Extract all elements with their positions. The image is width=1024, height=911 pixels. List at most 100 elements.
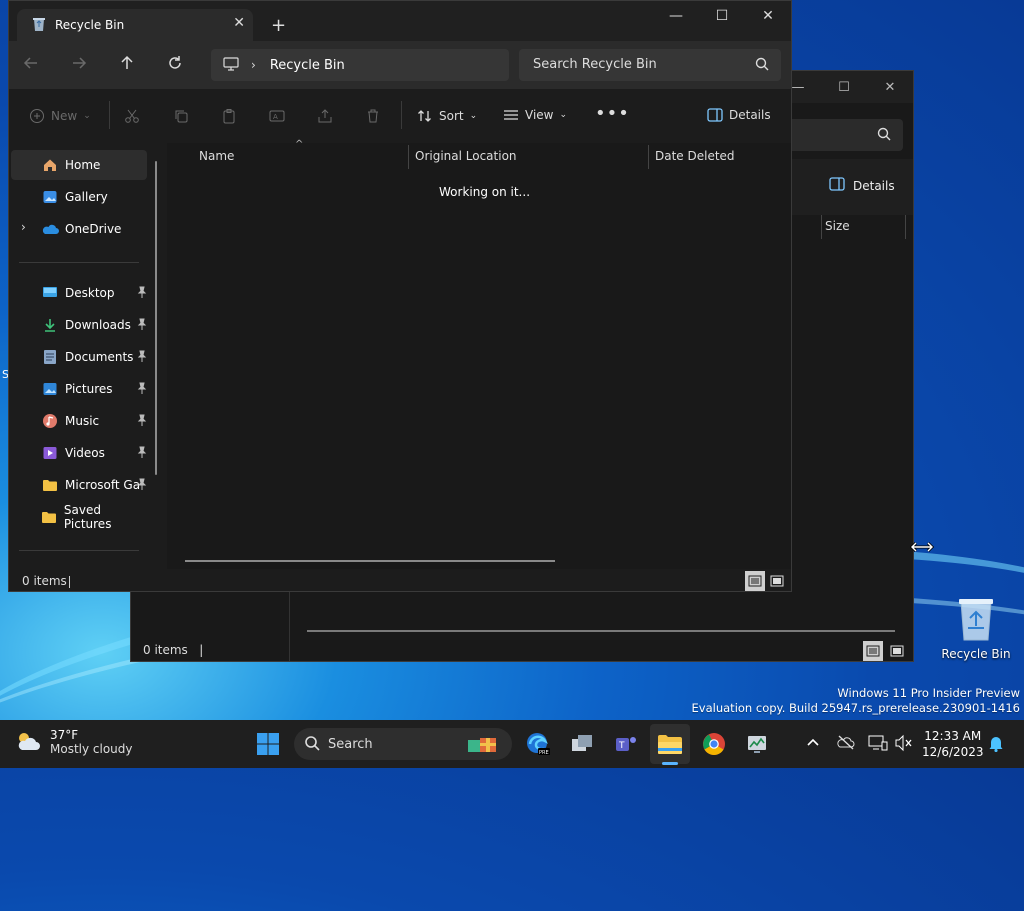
folder-icon: [41, 508, 58, 526]
navigation-scrollbar[interactable]: [155, 161, 157, 475]
copy-button[interactable]: [173, 108, 189, 124]
breadcrumb-recycle-bin[interactable]: Recycle Bin: [270, 58, 345, 73]
active-app-indicator: [662, 762, 678, 765]
column-header-size[interactable]: Size: [825, 219, 850, 233]
pin-icon[interactable]: [137, 478, 147, 493]
pin-icon[interactable]: [137, 382, 147, 397]
toolbar-separator: [401, 101, 402, 129]
system-monitor-icon[interactable]: [742, 728, 774, 760]
document-icon: [41, 348, 59, 366]
os-watermark: Windows 11 Pro Insider Preview Evaluatio…: [691, 686, 1020, 715]
search-input[interactable]: Search Recycle Bin: [519, 49, 781, 81]
sidebar-item-documents[interactable]: Documents: [11, 342, 147, 372]
taskbar-search[interactable]: Search: [294, 728, 512, 760]
task-view-icon[interactable]: [566, 728, 598, 760]
minimize-button[interactable]: —: [653, 1, 699, 31]
details-button[interactable]: Details: [707, 108, 771, 122]
sidebar-item-microsoft-games[interactable]: Microsoft Ga: [11, 470, 147, 500]
teams-icon[interactable]: T: [610, 728, 642, 760]
sidebar-item-home[interactable]: Home: [11, 150, 147, 180]
edge-beta-icon[interactable]: PRE: [522, 728, 554, 760]
network-icon[interactable]: [868, 734, 888, 755]
cut-button[interactable]: [124, 108, 140, 124]
sidebar-item-desktop[interactable]: Desktop: [11, 278, 147, 308]
new-button[interactable]: New ⌄: [29, 108, 91, 124]
start-button[interactable]: [252, 728, 284, 760]
up-arrow-icon[interactable]: [117, 53, 141, 77]
onedrive-offline-icon[interactable]: [836, 734, 856, 753]
back-arrow-icon[interactable]: [21, 53, 45, 77]
new-plus-icon: [30, 109, 44, 123]
loading-message: Working on it...: [439, 185, 531, 199]
close-button[interactable]: ✕: [867, 71, 913, 103]
tiles-view-button[interactable]: [887, 641, 907, 661]
nav-divider: [19, 262, 139, 263]
sidebar-item-saved-pictures[interactable]: Saved Pictures: [11, 502, 147, 532]
show-hidden-icons-chevron-icon[interactable]: [806, 736, 820, 751]
cloudy-weather-icon: [14, 729, 42, 756]
sidebar-item-gallery[interactable]: Gallery: [11, 182, 147, 212]
column-header-name[interactable]: Name: [199, 149, 234, 163]
new-tab-button[interactable]: +: [271, 15, 286, 36]
more-options-icon[interactable]: •••: [595, 103, 630, 124]
pictures-icon: [41, 380, 59, 398]
recycle-bin-icon: [31, 16, 47, 35]
sidebar-item-music[interactable]: Music: [11, 406, 147, 436]
weather-widget[interactable]: 37°F Mostly cloudy: [14, 728, 133, 756]
maximize-button[interactable]: ☐: [699, 1, 745, 31]
column-header-original-location[interactable]: Original Location: [415, 149, 517, 163]
details-button[interactable]: Details: [829, 177, 895, 194]
view-button[interactable]: View ⌄: [503, 108, 567, 122]
address-bar[interactable]: › Recycle Bin: [211, 49, 509, 81]
forward-arrow-icon[interactable]: [69, 53, 93, 77]
rename-button[interactable]: A: [269, 108, 285, 124]
cut-icon: [125, 109, 139, 123]
chrome-icon[interactable]: [698, 728, 730, 760]
horizontal-scrollbar[interactable]: [185, 560, 555, 562]
close-button[interactable]: ✕: [745, 1, 791, 31]
sidebar-item-onedrive[interactable]: › OneDrive: [11, 214, 147, 244]
onedrive-cloud-icon: [41, 220, 59, 238]
column-divider[interactable]: [821, 215, 822, 239]
paste-button[interactable]: [221, 108, 237, 124]
pin-icon[interactable]: [137, 286, 147, 301]
maximize-button[interactable]: ☐: [821, 71, 867, 103]
sidebar-item-pictures[interactable]: Pictures: [11, 374, 147, 404]
column-divider[interactable]: [408, 145, 409, 169]
status-item-count: 0 items |: [143, 643, 204, 657]
file-explorer-icon[interactable]: [654, 728, 686, 760]
tiles-view-button[interactable]: [767, 571, 787, 591]
sidebar-item-videos[interactable]: Videos: [11, 438, 147, 468]
column-divider[interactable]: [648, 145, 649, 169]
desktop-recycle-bin[interactable]: Recycle Bin: [936, 596, 1016, 661]
horizontal-scrollbar[interactable]: [307, 630, 895, 632]
share-button[interactable]: [317, 108, 333, 124]
videos-icon: [41, 444, 59, 462]
pin-icon[interactable]: [137, 414, 147, 429]
details-view-button[interactable]: [863, 641, 883, 661]
svg-text:A: A: [273, 113, 278, 121]
volume-muted-icon[interactable]: [894, 734, 914, 755]
details-view-button[interactable]: [745, 571, 765, 591]
weather-temperature: 37°F: [50, 728, 79, 742]
system-clock[interactable]: 12:33 AM 12/6/2023: [922, 728, 984, 760]
delete-button[interactable]: [365, 108, 381, 124]
notification-bell-icon[interactable]: [988, 734, 1004, 755]
breadcrumb-chevron-icon[interactable]: ›: [251, 58, 256, 72]
column-header-date-deleted[interactable]: Date Deleted: [655, 149, 735, 163]
tab-recycle-bin[interactable]: Recycle Bin ✕: [17, 9, 253, 41]
pin-icon[interactable]: [137, 318, 147, 333]
explorer-window-recycle-bin[interactable]: Recycle Bin ✕ + — ☐ ✕ › Recycle Bin Sear…: [8, 0, 792, 592]
sidebar-item-downloads[interactable]: Downloads: [11, 310, 147, 340]
sort-button[interactable]: Sort ⌄: [417, 108, 477, 124]
sort-caret-icon: ^: [295, 139, 304, 150]
expand-chevron-icon[interactable]: ›: [21, 220, 26, 234]
weather-description: Mostly cloudy: [50, 742, 133, 756]
file-list-area[interactable]: [167, 143, 791, 569]
pin-icon[interactable]: [137, 350, 147, 365]
close-tab-icon[interactable]: ✕: [233, 15, 245, 31]
search-icon: [304, 735, 320, 754]
pin-icon[interactable]: [137, 446, 147, 461]
column-divider[interactable]: [905, 215, 906, 239]
refresh-icon[interactable]: [165, 53, 189, 77]
